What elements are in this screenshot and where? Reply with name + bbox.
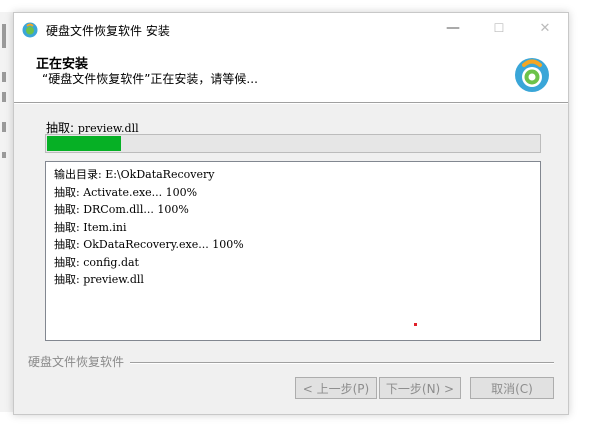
background-mark (2, 152, 6, 158)
minimize-button[interactable]: — (430, 13, 476, 43)
cancel-button[interactable]: 取消(C) (470, 377, 554, 399)
log-line: 抽取: DRCom.dll... 100% (54, 203, 189, 216)
background-mark (2, 92, 6, 102)
log-line: 输出目录: E:\OkDataRecovery (54, 168, 215, 181)
log-line: 抽取: preview.dll (54, 273, 144, 286)
page-subtitle: “硬盘文件恢复软件”正在安装，请等候... (42, 72, 258, 86)
background-mark (2, 24, 6, 48)
title-bar[interactable]: 硬盘文件恢复软件 安装 — ☐ ✕ (14, 13, 568, 47)
log-line: 抽取: Item.ini (54, 220, 127, 234)
details-log[interactable]: 输出目录: E:\OkDataRecovery 抽取: Activate.exe… (45, 161, 541, 341)
installer-window: 硬盘文件恢复软件 安装 — ☐ ✕ 正在安装 “硬盘文件恢复软件”正在安装，请等… (13, 12, 569, 415)
background-window-edge (0, 12, 14, 412)
progress-bar (45, 134, 541, 153)
background-mark (2, 72, 6, 82)
log-line: 抽取: Activate.exe... 100% (54, 185, 198, 199)
status-prefix: 抽取: (46, 121, 75, 135)
progress-fill (47, 136, 121, 151)
brand-logo-icon (515, 58, 549, 92)
marker-dot (414, 323, 417, 326)
maximize-button[interactable]: ☐ (476, 13, 522, 43)
close-button[interactable]: ✕ (522, 13, 568, 43)
background-mark (2, 122, 6, 132)
next-button[interactable]: 下一步(N) > (379, 377, 461, 399)
log-line: 抽取: config.dat (54, 255, 139, 269)
window-title: 硬盘文件恢复软件 安装 (46, 24, 170, 38)
app-icon (22, 22, 38, 38)
header-divider (14, 102, 568, 104)
header-panel: 正在安装 “硬盘文件恢复软件”正在安装，请等候... (14, 47, 568, 102)
log-line: 抽取: OkDataRecovery.exe... 100% (54, 238, 244, 251)
brand-label: 硬盘文件恢复软件 (28, 353, 131, 370)
back-button[interactable]: < 上一步(P) (295, 377, 377, 399)
